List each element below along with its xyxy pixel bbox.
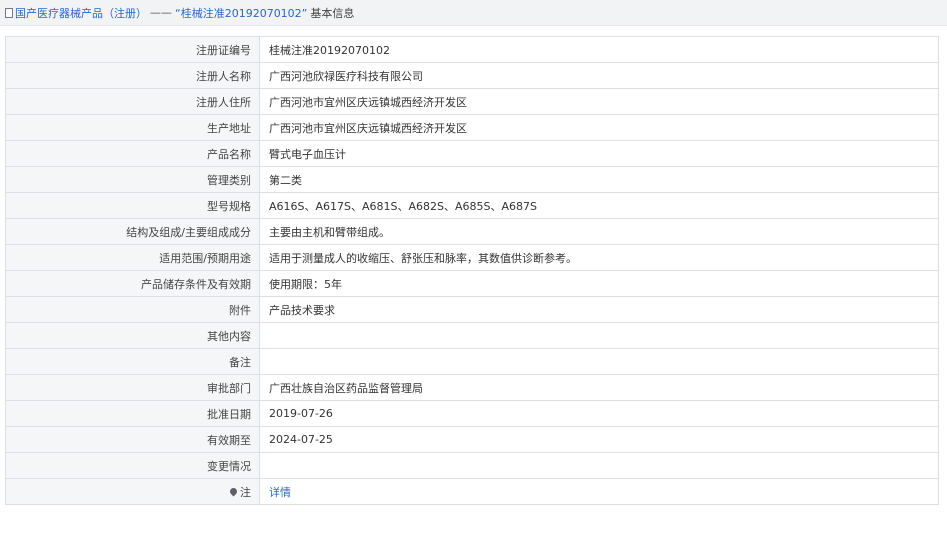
row-label: 其他内容 [5, 322, 260, 349]
row-value: 广西河池市宜州区庆远镇城西经济开发区 [259, 114, 939, 141]
detail-table: 注册证编号 桂械注准20192070102 注册人名称 广西河池欣禄医疗科技有限公司… [5, 36, 939, 505]
breadcrumb: 国产医疗器械产品（注册） —— “桂械注准20192070102” 基本信息 [0, 0, 947, 26]
table-row: 注册人名称 广西河池欣禄医疗科技有限公司 [5, 62, 939, 89]
table-row: 有效期至 2024-07-25 [5, 426, 939, 453]
breadcrumb-tail: 基本信息 [310, 6, 355, 20]
table-row: 其他内容 [5, 322, 939, 349]
row-value: 桂械注准20192070102 [259, 36, 939, 63]
table-row: 型号规格 A616S、A617S、A681S、A682S、A685S、A687S [5, 192, 939, 219]
row-value: 第二类 [259, 166, 939, 193]
row-label: 批准日期 [5, 400, 260, 427]
table-row: 结构及组成/主要组成成分 主要由主机和臂带组成。 [5, 218, 939, 245]
row-value: 广西壮族自治区药品监督管理局 [259, 374, 939, 401]
row-label: 产品名称 [5, 140, 260, 167]
table-row: 适用范围/预期用途 适用于测量成人的收缩压、舒张压和脉率，其数值供诊断参考。 [5, 244, 939, 271]
table-row: 变更情况 [5, 452, 939, 479]
row-label: 结构及组成/主要组成成分 [5, 218, 260, 245]
table-row: 产品储存条件及有效期 使用期限：5年 [5, 270, 939, 297]
note-label-cell: 注 [5, 478, 260, 505]
row-value: 2024-07-25 [259, 426, 939, 453]
table-row: 产品名称 臂式电子血压计 [5, 140, 939, 167]
row-label: 生产地址 [5, 114, 260, 141]
row-label: 型号规格 [5, 192, 260, 219]
table-row: 附件 产品技术要求 [5, 296, 939, 323]
row-value: 2019-07-26 [259, 400, 939, 427]
row-label: 审批部门 [5, 374, 260, 401]
breadcrumb-root-link[interactable]: 国产医疗器械产品（注册） [15, 5, 147, 21]
row-value: 使用期限：5年 [259, 270, 939, 297]
row-label: 注册人住所 [5, 88, 260, 115]
breadcrumb-separator: —— [150, 6, 172, 19]
table-row: 生产地址 广西河池市宜州区庆远镇城西经济开发区 [5, 114, 939, 141]
row-label: 适用范围/预期用途 [5, 244, 260, 271]
table-row: 备注 [5, 348, 939, 375]
row-label: 产品储存条件及有效期 [5, 270, 260, 297]
table-row: 注册证编号 桂械注准20192070102 [5, 36, 939, 63]
pin-icon [228, 486, 239, 496]
row-label: 管理类别 [5, 166, 260, 193]
note-label: 注 [240, 485, 251, 499]
document-icon [5, 7, 13, 18]
table-row: 管理类别 第二类 [5, 166, 939, 193]
row-value: A616S、A617S、A681S、A682S、A685S、A687S [259, 192, 939, 219]
row-label: 备注 [5, 348, 260, 375]
row-label: 有效期至 [5, 426, 260, 453]
details-link[interactable]: 详情 [269, 486, 291, 499]
row-value [259, 322, 939, 349]
row-value: 适用于测量成人的收缩压、舒张压和脉率，其数值供诊断参考。 [259, 244, 939, 271]
breadcrumb-current: “桂械注准20192070102” [175, 6, 308, 20]
note-value-cell: 详情 [259, 478, 939, 505]
table-row: 注册人住所 广西河池市宜州区庆远镇城西经济开发区 [5, 88, 939, 115]
row-label: 注册证编号 [5, 36, 260, 63]
row-value: 臂式电子血压计 [259, 140, 939, 167]
row-value: 广西河池市宜州区庆远镇城西经济开发区 [259, 88, 939, 115]
row-value: 主要由主机和臂带组成。 [259, 218, 939, 245]
table-row: 批准日期 2019-07-26 [5, 400, 939, 427]
row-label: 变更情况 [5, 452, 260, 479]
row-value: 广西河池欣禄医疗科技有限公司 [259, 62, 939, 89]
row-label: 注册人名称 [5, 62, 260, 89]
row-value [259, 348, 939, 375]
row-label: 附件 [5, 296, 260, 323]
row-value: 产品技术要求 [259, 296, 939, 323]
row-value [259, 452, 939, 479]
table-row: 审批部门 广西壮族自治区药品监督管理局 [5, 374, 939, 401]
note-row: 注 详情 [5, 478, 939, 505]
